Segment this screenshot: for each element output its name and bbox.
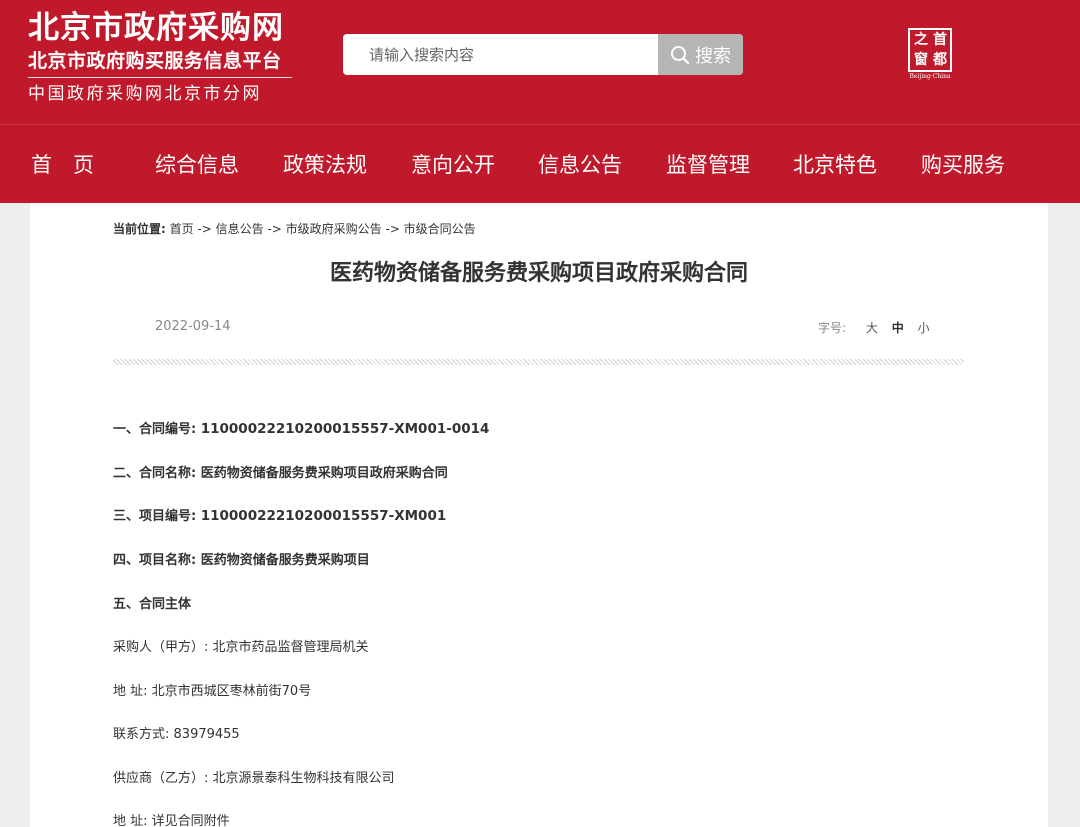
main-nav: 首 页 综合信息 政策法规 意向公开 信息公告 监督管理 北京特色 购买服务 (0, 125, 1080, 203)
seal-char: 首 (933, 32, 947, 48)
breadcrumb-label: 当前位置: (113, 222, 166, 236)
field-value: 83979455 (173, 727, 240, 742)
search-button[interactable]: 搜索 (658, 34, 743, 75)
article-panel: 当前位置: 首页 -> 信息公告 -> 市级政府采购公告 -> 市级合同公告 医… (30, 203, 1048, 827)
field-label: 地 址: (113, 814, 148, 827)
nav-item-beijing-features[interactable]: 北京特色 (793, 151, 877, 179)
field-value: 11000022210200015557-XM001-0014 (200, 421, 490, 437)
search-input[interactable] (343, 34, 658, 75)
article-title: 医药物资储备服务费采购项目政府采购合同 (329, 261, 748, 286)
font-size-large[interactable]: 大 (866, 321, 878, 335)
font-size-small[interactable]: 小 (918, 321, 930, 335)
seal-emblem: 首 都 之 窗 (908, 28, 952, 72)
nav-item-announcements[interactable]: 信息公告 (538, 151, 622, 179)
contact-field: 联系方式: 83979455 (113, 723, 240, 742)
field-label: 一、合同编号: (113, 422, 197, 437)
contract-number-field: 一、合同编号: 11000022210200015557-XM001-0014 (113, 418, 489, 437)
field-value: 医药物资储备服务费采购项目政府采购合同 (200, 466, 448, 481)
field-label: 三、项目编号: (113, 509, 197, 524)
field-label: 四、项目名称: (113, 553, 197, 568)
seal-char: 之 (914, 32, 928, 48)
breadcrumb-path[interactable]: 首页 -> 信息公告 -> 市级政府采购公告 -> 市级合同公告 (170, 222, 476, 236)
seal-char: 都 (933, 52, 947, 68)
project-number-field: 三、项目编号: 11000022210200015557-XM001 (113, 505, 446, 524)
field-label: 供应商（乙方）: (113, 771, 209, 786)
nav-item-intent[interactable]: 意向公开 (411, 151, 495, 179)
purchaser-address-field: 地 址: 北京市西城区枣林前街70号 (113, 680, 311, 699)
purchaser-field: 采购人（甲方）: 北京市药品监督管理局机关 (113, 636, 369, 655)
site-subtitle-secondary: 中国政府采购网北京市分网 (28, 84, 262, 104)
supplier-field: 供应商（乙方）: 北京源景泰科生物科技有限公司 (113, 767, 395, 786)
seal-caption: Beijing·China (909, 73, 951, 80)
nav-item-supervision[interactable]: 监督管理 (666, 151, 750, 179)
publish-date: 2022-09-14 (155, 319, 231, 334)
field-label: 地 址: (113, 684, 148, 699)
field-label: 二、合同名称: (113, 466, 197, 481)
section-heading: 五、合同主体 (113, 597, 192, 612)
search-bar: 搜索 (343, 34, 743, 75)
font-size-medium[interactable]: 中 (892, 321, 904, 335)
field-value: 医药物资储备服务费采购项目 (200, 553, 370, 568)
site-logo[interactable]: 北京市政府采购网 北京市政府购买服务信息平台 中国政府采购网北京市分网 (28, 8, 292, 105)
seal-char: 窗 (914, 52, 928, 68)
field-value: 北京市药品监督管理局机关 (212, 640, 369, 655)
field-value: 北京市西城区枣林前街70号 (151, 684, 312, 699)
site-subtitle: 北京市政府购买服务信息平台 (28, 50, 282, 72)
nav-item-home[interactable]: 首 页 (31, 151, 94, 179)
project-name-field: 四、项目名称: 医药物资储备服务费采购项目 (113, 549, 370, 568)
field-label: 采购人（甲方）: (113, 640, 209, 655)
field-label: 联系方式: (113, 727, 170, 742)
field-value: 北京源景泰科生物科技有限公司 (212, 771, 395, 786)
field-value: 详见合同附件 (151, 814, 230, 827)
nav-item-general-info[interactable]: 综合信息 (155, 151, 239, 179)
contract-parties-heading: 五、合同主体 (113, 593, 191, 612)
contract-name-field: 二、合同名称: 医药物资储备服务费采购项目政府采购合同 (113, 462, 448, 481)
field-value: 11000022210200015557-XM001 (200, 508, 447, 524)
supplier-address-field: 地 址: 详见合同附件 (113, 810, 230, 827)
site-header: 北京市政府采购网 北京市政府购买服务信息平台 中国政府采购网北京市分网 搜索 首… (0, 0, 1080, 203)
font-size-label: 字号: (818, 321, 847, 335)
search-button-label: 搜索 (695, 45, 731, 67)
font-size-control: 字号: 大 中 小 (818, 319, 930, 336)
logo-divider (28, 77, 292, 78)
capital-window-logo[interactable]: 首 都 之 窗 Beijing·China (906, 28, 954, 80)
nav-item-policy[interactable]: 政策法规 (283, 151, 367, 179)
search-icon (671, 45, 690, 64)
hatched-divider (113, 359, 964, 365)
site-title: 北京市政府采购网 (28, 10, 284, 46)
nav-item-purchase-services[interactable]: 购买服务 (921, 151, 1005, 179)
breadcrumb: 当前位置: 首页 -> 信息公告 -> 市级政府采购公告 -> 市级合同公告 (113, 220, 476, 237)
